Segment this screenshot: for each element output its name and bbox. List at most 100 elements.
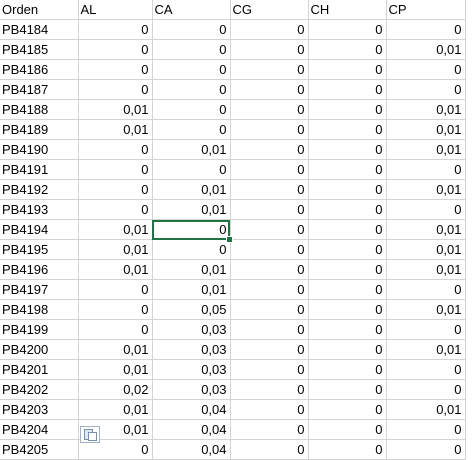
cell-ca[interactable]: 0,01: [152, 199, 231, 220]
cell-cg[interactable]: 0: [230, 19, 309, 40]
cell-cp[interactable]: 0: [386, 159, 466, 180]
cell-cg[interactable]: 0: [230, 279, 309, 300]
column-header-al[interactable]: AL: [78, 0, 153, 20]
cell-cp[interactable]: 0,01: [386, 299, 466, 320]
cell-cg[interactable]: 0: [230, 39, 309, 60]
cell-cp[interactable]: 0: [386, 379, 466, 400]
cell-cg[interactable]: 0: [230, 119, 309, 140]
cell-orden[interactable]: PB4202: [0, 379, 79, 400]
cell-orden[interactable]: PB4191: [0, 159, 79, 180]
cell-orden[interactable]: PB4195: [0, 239, 79, 260]
cell-ch[interactable]: 0: [308, 359, 387, 380]
cell-cg[interactable]: 0: [230, 99, 309, 120]
cell-ca[interactable]: 0: [152, 99, 231, 120]
cell-ca[interactable]: 0: [152, 159, 231, 180]
cell-ca[interactable]: 0: [152, 39, 231, 60]
cell-cp[interactable]: 0: [386, 319, 466, 340]
cell-cg[interactable]: 0: [230, 379, 309, 400]
cell-cp[interactable]: 0: [386, 439, 466, 460]
cell-al[interactable]: 0: [78, 39, 153, 60]
cell-cp[interactable]: 0: [386, 359, 466, 380]
cell-cg[interactable]: 0: [230, 199, 309, 220]
cell-cp[interactable]: 0: [386, 59, 466, 80]
cell-ch[interactable]: 0: [308, 39, 387, 60]
cell-ch[interactable]: 0: [308, 99, 387, 120]
cell-orden[interactable]: PB4197: [0, 279, 79, 300]
cell-cp[interactable]: 0,01: [386, 99, 466, 120]
cell-orden[interactable]: PB4193: [0, 199, 79, 220]
cell-ca[interactable]: 0: [152, 59, 231, 80]
cell-orden[interactable]: PB4184: [0, 19, 79, 40]
cell-al[interactable]: 0,01: [78, 99, 153, 120]
cell-cp[interactable]: 0,01: [386, 39, 466, 60]
cell-ch[interactable]: 0: [308, 119, 387, 140]
column-header-orden[interactable]: Orden: [0, 0, 79, 20]
cell-cg[interactable]: 0: [230, 159, 309, 180]
cell-ca[interactable]: 0,01: [152, 279, 231, 300]
cell-cp[interactable]: 0,01: [386, 219, 466, 240]
cell-ca[interactable]: 0: [152, 79, 231, 100]
cell-cp[interactable]: 0: [386, 279, 466, 300]
cell-cp[interactable]: 0: [386, 79, 466, 100]
cell-cg[interactable]: 0: [230, 219, 309, 240]
cell-orden[interactable]: PB4186: [0, 59, 79, 80]
cell-al[interactable]: 0: [78, 319, 153, 340]
cell-cp[interactable]: 0: [386, 19, 466, 40]
cell-cg[interactable]: 0: [230, 79, 309, 100]
cell-ch[interactable]: 0: [308, 259, 387, 280]
cell-ca[interactable]: 0,01: [152, 139, 231, 160]
cell-ch[interactable]: 0: [308, 319, 387, 340]
cell-ca[interactable]: 0,03: [152, 319, 231, 340]
cell-ca[interactable]: 0: [152, 19, 231, 40]
cell-cg[interactable]: 0: [230, 319, 309, 340]
cell-ca[interactable]: 0,03: [152, 379, 231, 400]
cell-cp[interactable]: 0,01: [386, 239, 466, 260]
cell-orden[interactable]: PB4187: [0, 79, 79, 100]
cell-al[interactable]: 0,02: [78, 379, 153, 400]
cell-orden[interactable]: PB4198: [0, 299, 79, 320]
cell-ch[interactable]: 0: [308, 179, 387, 200]
cell-ch[interactable]: 0: [308, 219, 387, 240]
column-header-ch[interactable]: CH: [308, 0, 387, 20]
column-header-cp[interactable]: CP: [386, 0, 466, 20]
cell-orden[interactable]: PB4205: [0, 439, 79, 460]
cell-ch[interactable]: 0: [308, 79, 387, 100]
cell-cp[interactable]: 0: [386, 199, 466, 220]
cell-cg[interactable]: 0: [230, 299, 309, 320]
cell-cp[interactable]: 0,01: [386, 179, 466, 200]
cell-cg[interactable]: 0: [230, 359, 309, 380]
cell-ch[interactable]: 0: [308, 439, 387, 460]
cell-cp[interactable]: 0,01: [386, 339, 466, 360]
cell-cg[interactable]: 0: [230, 179, 309, 200]
cell-al[interactable]: 0: [78, 79, 153, 100]
cell-orden[interactable]: PB4194: [0, 219, 79, 240]
cell-orden[interactable]: PB4204: [0, 419, 79, 440]
cell-al[interactable]: 0,01: [78, 239, 153, 260]
column-header-ca[interactable]: CA: [152, 0, 231, 20]
column-header-cg[interactable]: CG: [230, 0, 309, 20]
cell-ch[interactable]: 0: [308, 139, 387, 160]
cell-ch[interactable]: 0: [308, 279, 387, 300]
cell-orden[interactable]: PB4199: [0, 319, 79, 340]
cell-ca[interactable]: 0,03: [152, 359, 231, 380]
cell-al[interactable]: 0: [78, 19, 153, 40]
cell-ca[interactable]: 0,01: [152, 179, 231, 200]
cell-orden[interactable]: PB4192: [0, 179, 79, 200]
cell-ch[interactable]: 0: [308, 239, 387, 260]
cell-ch[interactable]: 0: [308, 379, 387, 400]
cell-ca[interactable]: 0,03: [152, 339, 231, 360]
cell-al[interactable]: 0,01: [78, 339, 153, 360]
cell-ca[interactable]: 0: [152, 239, 231, 260]
cell-al[interactable]: 0,01: [78, 399, 153, 420]
cell-ch[interactable]: 0: [308, 199, 387, 220]
fill-handle[interactable]: [226, 235, 233, 243]
cell-al[interactable]: 0: [78, 179, 153, 200]
cell-al[interactable]: 0,01: [78, 219, 153, 240]
cell-cg[interactable]: 0: [230, 399, 309, 420]
cell-cp[interactable]: 0: [386, 419, 466, 440]
cell-cp[interactable]: 0,01: [386, 399, 466, 420]
cell-cp[interactable]: 0,01: [386, 259, 466, 280]
cell-cg[interactable]: 0: [230, 439, 309, 460]
cell-ch[interactable]: 0: [308, 59, 387, 80]
cell-orden[interactable]: PB4185: [0, 39, 79, 60]
